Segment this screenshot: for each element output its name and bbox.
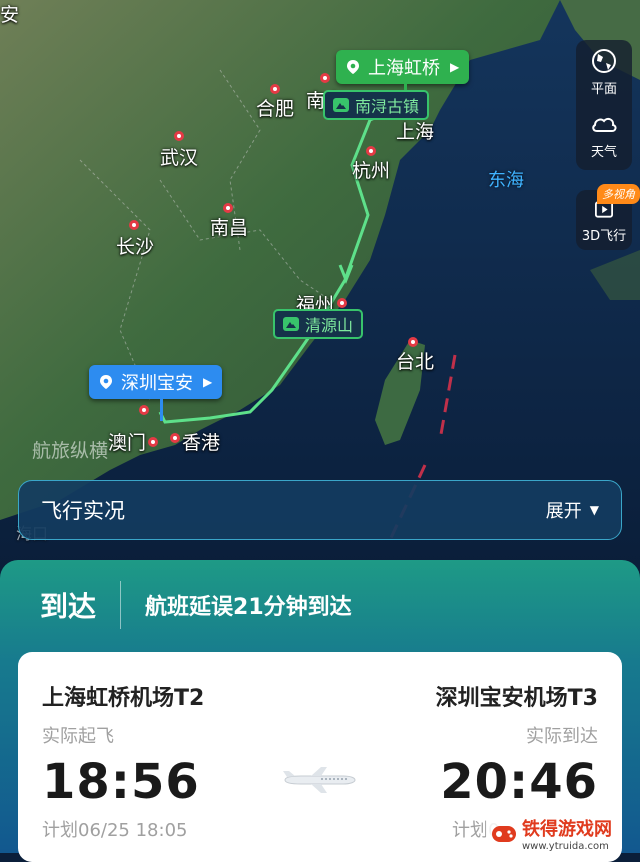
waypoint-nanxun-tag[interactable]: 南浔古镇 [323, 90, 430, 120]
multi-view-badge: 多视角 [597, 184, 640, 204]
city-marker-changsha[interactable] [129, 220, 139, 230]
mountain-icon [283, 317, 299, 331]
waypoint-qingyuanshan-tag[interactable]: 清源山 [273, 309, 364, 339]
flight-live-bar[interactable]: 飞行实况 展开 ▼ [18, 480, 622, 540]
caret-right-icon: ▶ [203, 375, 213, 389]
globe-icon [592, 49, 616, 73]
actual-departure-label: 实际起飞 [42, 726, 114, 747]
destination-pointer [160, 399, 163, 421]
gamepad-logo-icon [492, 825, 516, 842]
chevron-down-icon: ▼ [589, 503, 599, 517]
destination-airport-tag[interactable]: 深圳宝安 ▶ [89, 365, 223, 399]
location-pin-icon [100, 375, 112, 389]
city-label-taipei: 台北 [396, 351, 435, 373]
divider [120, 581, 122, 629]
origin-airport-label: 上海虹桥 [368, 58, 440, 79]
city-label-nanchang: 南昌 [210, 217, 249, 239]
city-marker-macau[interactable] [148, 437, 158, 447]
weather-button[interactable]: 天气 [589, 103, 619, 166]
flight-live-title: 飞行实况 [41, 499, 125, 523]
city-label-hangzhou: 杭州 [352, 160, 391, 182]
city-marker-hangzhou[interactable] [366, 146, 376, 156]
sea-label-east-china-sea: 东海 [488, 170, 524, 191]
city-marker-taipei[interactable] [408, 337, 418, 347]
arrival-airport: 深圳宝安机场T3 [435, 686, 598, 711]
flight3d-button[interactable]: 多视角 3D飞行 [576, 184, 640, 250]
site-logo-url: www.ytruida.com [522, 841, 609, 852]
city-marker-hefei[interactable] [270, 84, 280, 94]
caret-right-icon: ▶ [450, 60, 460, 74]
city-label-macau: 澳门 [108, 432, 147, 454]
expand-label: 展开 [545, 501, 582, 522]
waypoint-nanxun-label: 南浔古镇 [355, 97, 420, 116]
actual-departure-time: 18:56 [42, 754, 200, 810]
departure-airport: 上海虹桥机场T2 [42, 686, 205, 711]
mountain-icon [333, 98, 349, 112]
waypoint-qingyuanshan-label: 清源山 [305, 316, 354, 335]
flat-view-label: 平面 [590, 82, 617, 97]
actual-arrival-label: 实际到达 [526, 726, 598, 747]
arrival-label: 到达 [40, 590, 97, 623]
city-marker-fuzhou[interactable] [337, 298, 347, 308]
actual-arrival-time: 20:46 [440, 754, 598, 810]
city-marker-nanjing[interactable] [320, 73, 330, 83]
flat-view-button[interactable]: 平面 [589, 40, 619, 103]
site-logo-name: 铁得游戏网 [522, 819, 612, 840]
airplane-icon [283, 767, 356, 793]
delay-message: 航班延误21分钟到达 [145, 595, 352, 620]
city-label-shanghai: 上海 [396, 121, 435, 143]
map-tools-group: 平面 天气 [576, 40, 632, 170]
city-label-wuhan: 武汉 [160, 147, 199, 169]
site-logo: 铁得游戏网 www.ytruida.com [486, 813, 616, 854]
city-marker-nanchang[interactable] [223, 203, 233, 213]
city-top-left-partial: 安 [0, 4, 20, 26]
flight-info-card[interactable]: 上海虹桥机场T2 深圳宝安机场T3 实际起飞 实际到达 18:56 20:46 … [18, 652, 622, 862]
destination-airport-label: 深圳宝安 [121, 373, 193, 394]
city-marker-hongkong[interactable] [170, 433, 180, 443]
city-marker-wuhan[interactable] [174, 131, 184, 141]
watermark: 航旅纵横 [32, 440, 109, 462]
planned-departure: 计划06/25 18:05 [42, 820, 188, 841]
expand-button[interactable]: 展开 ▼ [546, 497, 599, 523]
weather-label: 天气 [590, 145, 617, 160]
city-label-changsha: 长沙 [116, 236, 155, 258]
city-marker-shenzhen[interactable] [139, 405, 149, 415]
location-pin-icon [347, 60, 359, 74]
cloud-icon [592, 117, 617, 132]
flight3d-label: 3D飞行 [581, 229, 627, 244]
origin-airport-tag[interactable]: 上海虹桥 ▶ [336, 50, 470, 84]
city-label-hongkong: 香港 [182, 432, 221, 454]
arrival-status-row: 到达 航班延误21分钟到达 [0, 560, 640, 650]
city-label-hefei: 合肥 [256, 98, 295, 120]
